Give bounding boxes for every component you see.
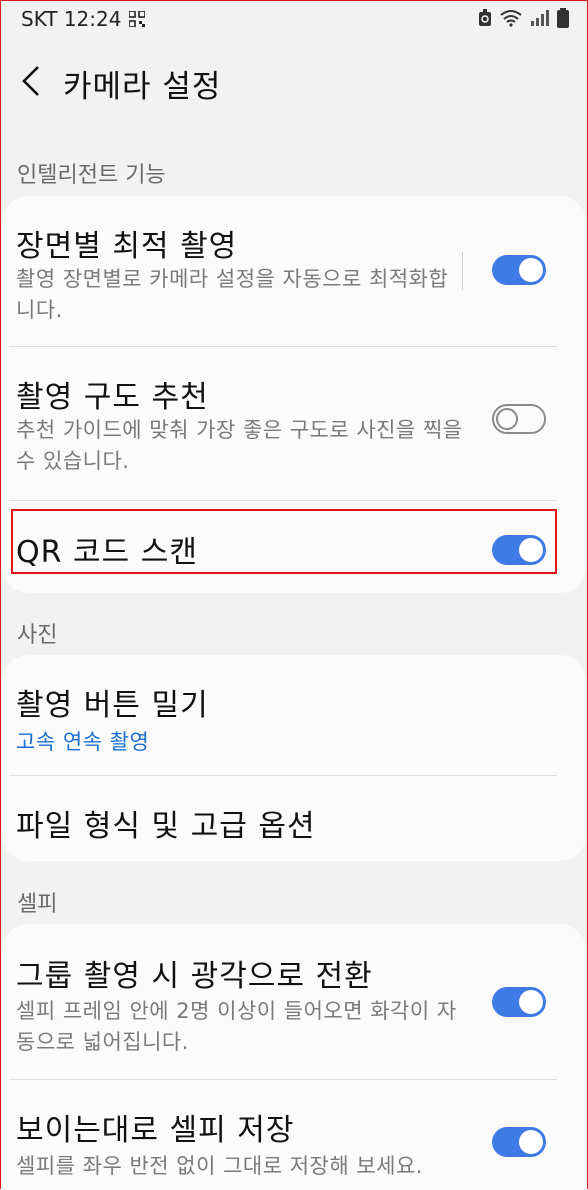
setting-description: 촬영 장면별로 카메라 설정을 자동으로 최적화합니다. [16,267,449,322]
chevron-left-icon [22,66,39,96]
carrier-time: SKT 12:24 [21,7,122,31]
save-as-preview-toggle[interactable] [492,1127,546,1157]
setting-description: 셀피 프레임 안에 2명 이상이 들어오면 화각이 자동으로 넓어집니다. [16,999,457,1054]
section-label-intelligent: 인텔리전트 기능 [17,163,166,188]
group-wide-toggle[interactable] [492,987,546,1017]
section-label-selfie: 셀피 [17,892,58,917]
setting-swipe-shutter[interactable]: 촬영 버튼 밀기 고속 연속 촬영 [1,655,587,775]
card-photo: 촬영 버튼 밀기 고속 연속 촬영 파일 형식 및 고급 옵션 [1,655,587,861]
recycle-icon [479,9,491,26]
app-header: 카메라 설정 [1,45,587,117]
setting-title: 촬영 구도 추천 [16,380,209,415]
status-bar: SKT 12:24 [1,1,587,35]
setting-title: 파일 형식 및 고급 옵션 [16,809,316,844]
toggle-knob [519,1130,543,1154]
setting-save-as-preview[interactable]: 보이는대로 셀피 저장 셀피를 좌우 반전 없이 그대로 저장해 보세요. [1,1080,587,1190]
page-title: 카메라 설정 [63,69,222,105]
setting-title: 그룹 촬영 시 광각으로 전환 [16,959,373,994]
signal-icon [531,10,549,26]
shot-suggestions-toggle[interactable] [492,404,546,434]
toggle-knob [496,408,518,430]
highlight-box [11,509,557,574]
vertical-separator [462,252,463,290]
setting-scene-optimizer[interactable]: 장면별 최적 촬영 촬영 장면별로 카메라 설정을 자동으로 최적화합니다. [1,196,587,346]
card-selfie: 그룹 촬영 시 광각으로 전환 셀피 프레임 안에 2명 이상이 들어오면 화각… [1,924,587,1190]
section-label-photo: 사진 [17,623,58,648]
setting-group-wide[interactable]: 그룹 촬영 시 광각으로 전환 셀피 프레임 안에 2명 이상이 들어오면 화각… [1,924,587,1079]
back-button[interactable] [11,57,51,105]
toggle-knob [519,258,543,282]
battery-icon [557,8,569,28]
setting-title: 장면별 최적 촬영 [16,229,238,264]
wifi-icon [500,10,522,27]
setting-description: 추천 가이드에 맞춰 가장 좋은 구도로 사진을 찍을 수 있습니다. [16,418,463,473]
toggle-knob [519,990,543,1014]
setting-title: 촬영 버튼 밀기 [16,688,209,723]
scene-optimizer-toggle[interactable] [492,255,546,285]
setting-value: 고속 연속 촬영 [16,730,150,754]
setting-file-formats[interactable]: 파일 형식 및 고급 옵션 [1,776,587,861]
setting-shot-suggestions[interactable]: 촬영 구도 추천 추천 가이드에 맞춰 가장 좋은 구도로 사진을 찍을 수 있… [1,347,587,500]
setting-description: 셀피를 좌우 반전 없이 그대로 저장해 보세요. [16,1154,423,1178]
qr-icon [129,11,146,27]
setting-title: 보이는대로 셀피 저장 [16,1113,295,1148]
